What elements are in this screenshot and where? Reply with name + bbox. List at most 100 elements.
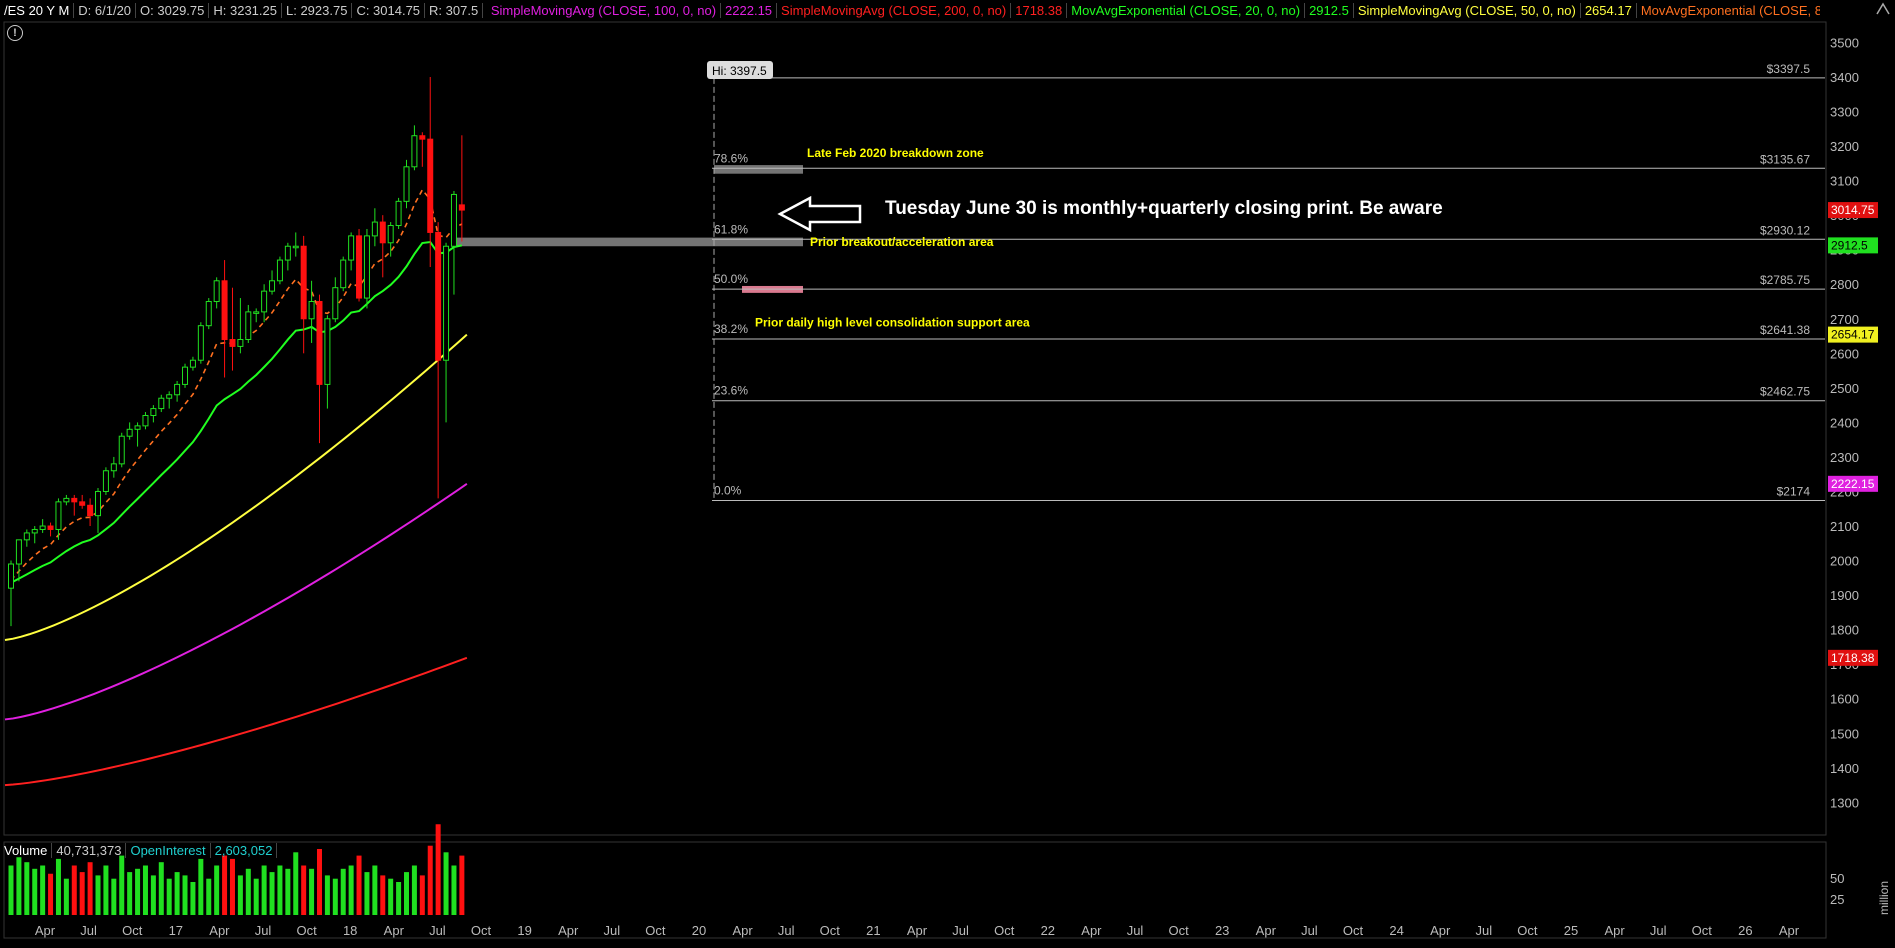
volume-bar [332, 878, 338, 915]
candle [221, 260, 228, 378]
volume-bar [150, 875, 156, 915]
candle [269, 270, 276, 295]
volume-bar [435, 824, 441, 915]
volume-tick-label: 25 [1830, 892, 1844, 907]
candle [435, 222, 442, 499]
fib-price-label: $2174 [1777, 484, 1811, 498]
volume-bar [32, 868, 38, 915]
volume-bar [459, 855, 465, 915]
candle [102, 467, 109, 495]
volume-bar [158, 862, 164, 915]
volume-label: Volume [0, 843, 53, 858]
fib-price-label: $2785.75 [1760, 273, 1810, 287]
moving-average-line [10, 188, 463, 581]
hi-label-box: Hi: 3397.5 [707, 61, 773, 79]
price-panel-frame [3, 21, 1827, 836]
x-tick-label: Apr [1081, 923, 1102, 938]
x-tick-label: Jul [80, 923, 97, 938]
candle [356, 228, 363, 302]
volume-bar [309, 868, 315, 915]
candle [31, 526, 38, 544]
svg-text:2222.15: 2222.15 [1831, 477, 1875, 491]
x-tick-label: Apr [1430, 923, 1451, 938]
y-tick-label: 3500 [1830, 35, 1859, 50]
volume-bar [8, 865, 14, 915]
volume-bar [142, 865, 148, 915]
volume-bar [63, 878, 69, 915]
volume-bar [103, 865, 109, 915]
y-tick-label: 1800 [1830, 623, 1859, 638]
volume-bar [404, 872, 409, 915]
x-tick-label: 22 [1041, 923, 1055, 938]
price-tag: 2912.5 [1828, 237, 1878, 254]
volume-bar [95, 875, 101, 915]
annotation-label: Prior breakout/acceleration area [810, 235, 994, 249]
x-tick-label: Oct [820, 923, 841, 938]
moving-average-line [4, 656, 468, 787]
candle [15, 539, 22, 582]
volume-bar [229, 858, 235, 915]
x-tick-label: Apr [35, 923, 56, 938]
y-tick-label: 2100 [1830, 519, 1859, 534]
volume-bar [411, 865, 417, 915]
volume-bar [443, 852, 449, 915]
volume-bar [111, 878, 117, 915]
price-tag: 1718.38 [1828, 649, 1878, 666]
y-tick-label: 3200 [1830, 139, 1859, 154]
fib-pct-label: 78.6% [714, 151, 748, 165]
volume-bar [190, 882, 196, 915]
y-tick-label: 2300 [1830, 450, 1859, 465]
price-tag: 3014.75 [1828, 202, 1878, 219]
candle [253, 308, 260, 323]
x-tick-label: 24 [1389, 923, 1403, 938]
x-tick-label: Apr [907, 923, 928, 938]
y-tick-label: 1400 [1830, 761, 1859, 776]
volume-bar [277, 865, 283, 915]
candle [427, 77, 434, 267]
fib-pct-label: 38.2% [714, 322, 748, 336]
candle [158, 394, 165, 413]
volume-bar [119, 855, 125, 915]
volume-bar [174, 872, 180, 915]
candle [87, 498, 94, 527]
price-chart: $3397.5 78.6% $3135.67 61.8% $2930.12 50.0% $2… [3, 21, 1891, 939]
candle [443, 242, 450, 423]
x-tick-label: Oct [1168, 923, 1189, 938]
volume-bar [40, 865, 46, 915]
fib-price-label: $2641.38 [1760, 323, 1810, 337]
x-tick-label: Jul [603, 923, 620, 938]
volume-bar [451, 865, 457, 915]
x-tick-label: Jul [255, 923, 272, 938]
volume-bar [71, 865, 77, 915]
volume-bar [127, 872, 133, 915]
candle [189, 356, 196, 371]
x-tick-label: Jul [1650, 923, 1667, 938]
moving-average-line [4, 333, 468, 641]
svg-text:2654.17: 2654.17 [1831, 328, 1875, 342]
x-tick-label: Apr [209, 923, 230, 938]
y-tick-label: 2700 [1830, 312, 1859, 327]
price-tag: 2222.15 [1828, 475, 1878, 492]
candle [316, 294, 323, 444]
x-tick-label: 19 [517, 923, 531, 938]
y-tick-label: 3300 [1830, 105, 1859, 120]
svg-text:1718.38: 1718.38 [1831, 651, 1875, 665]
candle [213, 277, 220, 309]
candle [8, 560, 14, 627]
volume-bar [237, 875, 243, 915]
x-tick-label: Oct [645, 923, 666, 938]
x-tick-label: Apr [732, 923, 753, 938]
volume-bar [166, 878, 172, 915]
candle [245, 304, 252, 343]
x-tick-label: Jul [778, 923, 795, 938]
y-tick-label: 2400 [1830, 415, 1859, 430]
annotation-label: Late Feb 2020 breakdown zone [807, 146, 984, 160]
fib-price-label: $2930.12 [1760, 223, 1810, 237]
y-tick-label: 2500 [1830, 381, 1859, 396]
x-tick-label: Oct [1692, 923, 1713, 938]
y-tick-label: 2800 [1830, 277, 1859, 292]
x-tick-label: 17 [169, 923, 183, 938]
candle [261, 284, 268, 323]
candle [411, 125, 418, 171]
x-tick-label: Oct [1517, 923, 1538, 938]
